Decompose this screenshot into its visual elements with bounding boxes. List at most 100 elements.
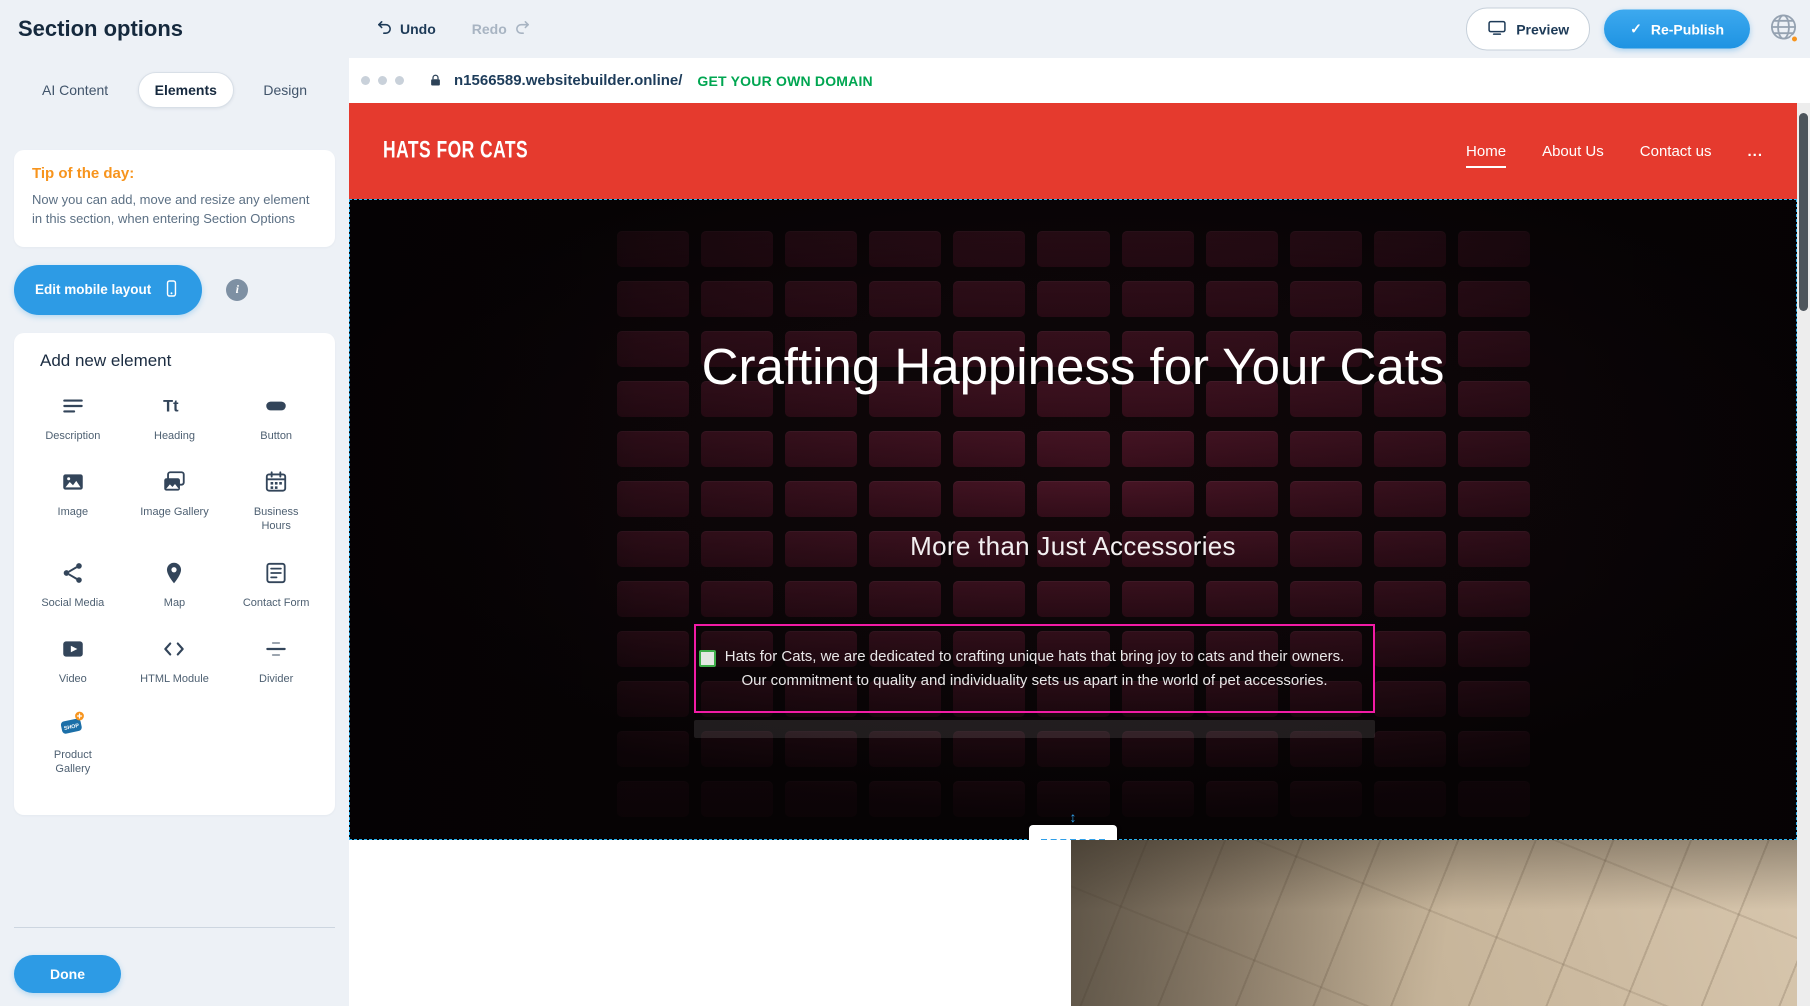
wall-tile xyxy=(617,681,689,717)
site-logo[interactable]: HATS FOR CATS xyxy=(383,137,528,165)
redo-button[interactable]: Redo xyxy=(472,19,531,39)
tab-design[interactable]: Design xyxy=(247,73,323,107)
notification-dot xyxy=(1790,34,1799,43)
wall-tile xyxy=(1374,781,1446,817)
add-element-image[interactable]: Image xyxy=(22,467,124,534)
wall-tile xyxy=(1122,581,1194,617)
wall-tile xyxy=(701,581,773,617)
add-element-heading[interactable]: TtHeading xyxy=(124,391,226,443)
wall-tile xyxy=(869,281,941,317)
page-scrollbar xyxy=(1797,103,1810,1006)
nav-item-about-us[interactable]: About Us xyxy=(1542,143,1604,160)
undo-icon xyxy=(376,19,393,39)
wall-tile xyxy=(1206,781,1278,817)
site-preview: HATS FOR CATS HomeAbout UsContact us... … xyxy=(349,103,1797,1006)
undo-button[interactable]: Undo xyxy=(376,19,436,39)
scrollbar-thumb[interactable] xyxy=(1799,113,1808,311)
next-section-preview xyxy=(349,840,1797,1006)
wall-tile xyxy=(869,431,941,467)
mobile-layout-row: Edit mobile layout i xyxy=(14,265,335,315)
window-dot xyxy=(395,76,404,85)
wall-tile xyxy=(1458,781,1530,817)
wall-tile xyxy=(701,281,773,317)
wall-tile xyxy=(785,431,857,467)
html-module-icon xyxy=(159,634,189,664)
wall-tile xyxy=(1037,231,1109,267)
wall-tile xyxy=(1122,781,1194,817)
info-icon[interactable]: i xyxy=(226,279,248,301)
add-element-divider[interactable]: Divider xyxy=(225,634,327,686)
wall-tile xyxy=(869,231,941,267)
wall-tile xyxy=(617,781,689,817)
add-element-contact-form[interactable]: Contact Form xyxy=(225,558,327,610)
wall-tile xyxy=(1374,231,1446,267)
done-button[interactable]: Done xyxy=(14,955,121,993)
wall-tile xyxy=(701,781,773,817)
wall-tile xyxy=(1122,431,1194,467)
wall-tile xyxy=(1290,231,1362,267)
undo-label: Undo xyxy=(400,21,436,37)
tip-body: Now you can add, move and resize any ele… xyxy=(32,191,317,229)
wall-tile xyxy=(1374,631,1446,667)
add-element-business-hours[interactable]: Business Hours xyxy=(225,467,327,534)
tab-ai-content[interactable]: AI Content xyxy=(26,73,124,107)
wall-tile xyxy=(869,781,941,817)
preview-button[interactable]: Preview xyxy=(1466,8,1590,51)
resize-handle-west[interactable] xyxy=(699,650,716,667)
hero-section[interactable]: Crafting Happiness for Your Cats More th… xyxy=(349,199,1797,840)
add-element-image-gallery[interactable]: Image Gallery xyxy=(124,467,226,534)
website-builder-app: Section options Undo Redo Preview ✓ Re-P… xyxy=(0,0,1810,1006)
wall-tile xyxy=(617,431,689,467)
wall-tile xyxy=(1206,481,1278,517)
wall-tile xyxy=(1374,731,1446,767)
wall-tile xyxy=(1206,231,1278,267)
redo-icon xyxy=(514,19,531,39)
add-element-social-media[interactable]: Social Media xyxy=(22,558,124,610)
wall-tile xyxy=(785,481,857,517)
wall-tile xyxy=(1290,481,1362,517)
add-element-button[interactable]: Button xyxy=(225,391,327,443)
wall-tile xyxy=(1374,281,1446,317)
add-element-description[interactable]: Description xyxy=(22,391,124,443)
hero-description: Hats for Cats, we are dedicated to craft… xyxy=(725,645,1345,692)
description-element-selected[interactable]: Hats for Cats, we are dedicated to craft… xyxy=(694,624,1375,713)
wall-tile xyxy=(1374,681,1446,717)
image-gallery-icon xyxy=(159,467,189,497)
hero-subheading[interactable]: More than Just Accessories xyxy=(349,531,1797,562)
add-element-html-module[interactable]: HTML Module xyxy=(124,634,226,686)
element-label: Image Gallery xyxy=(140,505,208,519)
tab-elements[interactable]: Elements xyxy=(138,72,234,108)
element-label: Video xyxy=(59,672,87,686)
wall-tile xyxy=(785,581,857,617)
nav-item-contact-us[interactable]: Contact us xyxy=(1640,143,1712,160)
element-label: Divider xyxy=(259,672,293,686)
add-element-product-gallery[interactable]: SHOPProduct Gallery xyxy=(22,710,124,777)
republish-button[interactable]: ✓ Re-Publish xyxy=(1604,10,1750,49)
wall-tile xyxy=(785,781,857,817)
site-nav: Home About Us Contact us... xyxy=(1466,143,1763,160)
wall-tile xyxy=(1122,281,1194,317)
wall-tile xyxy=(1374,581,1446,617)
wall-tile xyxy=(1290,281,1362,317)
section-height-resize-handle[interactable]: ↕ xyxy=(1029,825,1117,840)
wall-tile xyxy=(953,431,1025,467)
get-domain-link[interactable]: GET YOUR OWN DOMAIN xyxy=(697,73,872,89)
toolbar-actions: Preview ✓ Re-Publish xyxy=(1466,8,1802,51)
add-element-video[interactable]: Video xyxy=(22,634,124,686)
browser-address-bar: n1566589.websitebuilder.online/ GET YOUR… xyxy=(349,58,1810,103)
image-icon xyxy=(58,467,88,497)
nav-item-home[interactable]: Home xyxy=(1466,143,1506,160)
wall-tile xyxy=(617,281,689,317)
wall-tile xyxy=(1037,581,1109,617)
window-dots xyxy=(361,76,404,85)
wall-tile xyxy=(617,231,689,267)
sidebar-divider xyxy=(14,927,335,928)
edit-mobile-layout-button[interactable]: Edit mobile layout xyxy=(14,265,202,315)
language-globe-button[interactable] xyxy=(1764,10,1802,48)
hero-heading[interactable]: Crafting Happiness for Your Cats xyxy=(349,327,1797,406)
section-options-sidebar: AI ContentElementsDesign Tip of the day:… xyxy=(0,58,349,1006)
page-title: Section options xyxy=(18,16,183,42)
wall-tile xyxy=(1458,431,1530,467)
add-element-map[interactable]: Map xyxy=(124,558,226,610)
nav-item-more[interactable]: ... xyxy=(1747,143,1763,160)
